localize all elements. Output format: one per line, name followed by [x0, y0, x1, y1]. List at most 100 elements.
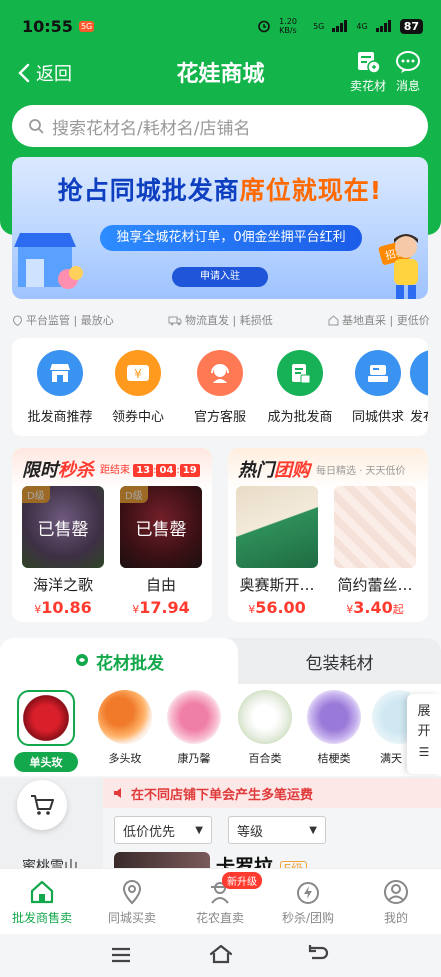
quick-icon-official-service[interactable]: 官方客服	[180, 350, 260, 425]
feature-supervision: 平台监管 | 最放心	[12, 312, 114, 328]
flower-icon	[76, 654, 88, 666]
group-item[interactable]: 奥赛斯开… ¥56.00	[236, 486, 318, 617]
price-value: 56.00	[255, 598, 306, 617]
quick-icon-become-wholesaler[interactable]: 成为批发商	[260, 350, 340, 425]
quick-icon-label: 批发商推荐	[27, 410, 93, 425]
bottom-navigation: 批发商售卖 同城买卖 花农直卖 秒杀/团购 我的	[0, 868, 441, 934]
publish-icon	[410, 350, 428, 396]
quick-icon-label: 发布	[410, 410, 428, 425]
nav-label: 花农直卖	[195, 911, 244, 925]
grade-dropdown[interactable]: 等级 ▼	[228, 816, 326, 844]
flower-photo: D级 已售罄	[120, 486, 202, 568]
flash-item[interactable]: D级 已售罄 自由 ¥17.94	[120, 486, 202, 617]
nav-wholesaler-sale[interactable]: 批发商售卖	[2, 879, 82, 926]
quick-icon-publish[interactable]: 发布	[410, 350, 428, 425]
item-name: 海洋之歌	[32, 576, 93, 594]
category-label: 多头玫	[108, 752, 142, 765]
countdown-timer: 距结束 13:04:19	[100, 461, 200, 477]
category-babys-breath[interactable]: 满天	[372, 690, 410, 766]
ends-label: 距结束	[100, 465, 130, 476]
menu-icon[interactable]	[110, 946, 132, 964]
category-label: 单头玫	[14, 752, 78, 772]
item-name: 自由	[145, 576, 176, 594]
service-icon	[197, 350, 243, 396]
home-icon	[30, 880, 54, 904]
flower-photo: D级 已售罄	[22, 486, 104, 568]
quick-icons-row: 批发商推荐 ¥ 领券中心 官方客服 成为批发商 同城供求 发布	[12, 338, 428, 436]
apply-join-button[interactable]: 申请入驻	[172, 267, 268, 287]
new-upgrade-badge: 新升级	[222, 872, 262, 889]
quick-icon-local-supply[interactable]: 同城供求	[338, 350, 418, 425]
person-illustration	[394, 234, 418, 299]
category-single-rose[interactable]: 单头玫	[14, 690, 78, 772]
category-lily[interactable]: 百合类	[233, 690, 297, 766]
feature-sourcing: 基地直采 | 更低价	[328, 312, 430, 328]
search-input[interactable]: 搜索花材名/耗材名/店铺名	[12, 105, 428, 147]
shield-location-icon	[12, 314, 23, 326]
quick-icon-label: 官方客服	[193, 410, 246, 425]
banner-title: 抢占同城批发商席位就现在!	[12, 171, 428, 207]
sell-flowers-label: 卖花材	[349, 79, 386, 93]
signal-bars-2-icon	[375, 20, 391, 32]
promo-banner[interactable]: 抢占同城批发商席位就现在! 独享全城花材订单，0佣金坐拥平台红利 申请入驻 招募	[12, 157, 428, 299]
cart-button[interactable]	[17, 780, 67, 830]
category-label: 桔梗类	[317, 752, 351, 765]
item-name: 奥赛斯开…	[239, 576, 315, 594]
signal-4g: 4G	[356, 21, 368, 31]
flash-sale-card[interactable]: 限时秒杀 距结束 13:04:19 D级 已售罄 海洋之歌 ¥10.86 D级 …	[12, 448, 212, 622]
shop-illustration	[14, 233, 83, 289]
flash-sale-title-a: 限时	[22, 460, 58, 481]
system-navigation-bar	[0, 934, 441, 977]
feature-logistics: 物流直发 | 耗损低	[168, 312, 273, 328]
grade-value: 等级	[237, 824, 264, 840]
item-price: ¥10.86	[22, 598, 104, 617]
feature-supervision-label: 平台监管 | 最放心	[26, 314, 114, 327]
nav-profile[interactable]: 我的	[356, 879, 436, 926]
item-price: ¥3.40起	[334, 598, 416, 617]
group-item[interactable]: 简约蕾丝… ¥3.40起	[334, 486, 416, 617]
flash-item[interactable]: D级 已售罄 海洋之歌 ¥10.86	[22, 486, 104, 617]
banner-title-b: 席位就现在!	[239, 176, 383, 205]
category-photo	[98, 690, 152, 744]
tab-flower-wholesale[interactable]: 花材批发	[0, 638, 238, 684]
quick-icon-wholesaler-recommend[interactable]: 批发商推荐	[20, 350, 100, 425]
nav-flash-group[interactable]: 秒杀/团购	[268, 879, 348, 926]
search-placeholder: 搜索花材名/耗材名/店铺名	[52, 118, 251, 139]
sell-flowers-button[interactable]: 卖花材	[346, 50, 390, 94]
status-time: 10:55	[22, 16, 73, 36]
carrier-badge: 5G	[78, 20, 95, 32]
messages-button[interactable]: 消息	[386, 50, 430, 94]
quick-icon-coupon-center[interactable]: ¥ 领券中心	[98, 350, 178, 425]
category-label: 百合类	[248, 752, 282, 765]
category-photo	[238, 690, 292, 744]
category-multi-rose[interactable]: 多头玫	[93, 690, 157, 766]
expand-categories-button[interactable]: 展开 ☰	[407, 694, 441, 774]
price-value: 3.40	[353, 598, 393, 617]
category-tabs: 花材批发 包装耗材	[0, 638, 441, 684]
category-bellflower[interactable]: 桔梗类	[302, 690, 366, 766]
category-label: 满天	[380, 752, 402, 765]
back-arrow-icon[interactable]	[306, 944, 330, 964]
category-carnation[interactable]: 康乃馨	[162, 690, 226, 766]
group-buy-header: 热门团购 每日精选 · 天天低价	[228, 448, 428, 490]
merchant-icon	[277, 350, 323, 396]
sell-icon	[358, 52, 381, 74]
feature-sourcing-label: 基地直采 | 更低价	[342, 314, 430, 327]
menu-icon: ☰	[418, 745, 430, 759]
category-photo	[167, 690, 221, 744]
caret-down-icon: ▼	[309, 824, 317, 836]
flash-sale-header: 限时秒杀 距结束 13:04:19	[12, 448, 212, 490]
tab-packaging[interactable]: 包装耗材	[238, 638, 441, 684]
nav-local-trade[interactable]: 同城买卖	[92, 879, 172, 926]
caret-down-icon: ▼	[195, 824, 203, 836]
flash-sale-title-b: 秒杀	[58, 460, 94, 481]
group-buy-subtitle: 每日精选 · 天天低价	[316, 465, 406, 477]
sort-dropdown[interactable]: 低价优先 ▼	[114, 816, 212, 844]
signal-bars-icon	[332, 20, 348, 32]
quick-icon-label: 同城供求	[351, 410, 404, 425]
nav-label: 我的	[383, 911, 408, 925]
category-photo	[372, 690, 410, 744]
home-outline-icon[interactable]	[208, 943, 234, 965]
group-buy-card[interactable]: 热门团购 每日精选 · 天天低价 奥赛斯开… ¥56.00 简约蕾丝… ¥3.4…	[228, 448, 428, 622]
signal-5g: 5G	[313, 21, 325, 31]
